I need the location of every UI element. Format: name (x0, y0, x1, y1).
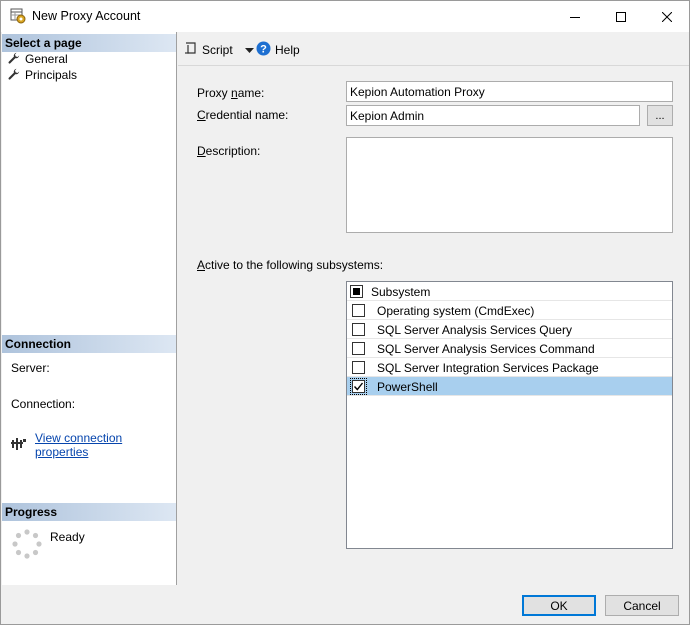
minimize-button[interactable] (552, 1, 598, 32)
table-row[interactable]: SQL Server Analysis Services Query (347, 320, 672, 339)
title-bar[interactable]: New Proxy Account (1, 1, 689, 32)
checkmark-icon (353, 382, 364, 391)
wrench-icon (8, 52, 20, 67)
script-button[interactable]: Script (184, 41, 254, 58)
help-button[interactable]: ? Help (256, 41, 300, 59)
select-page-header: Select a page (2, 34, 176, 52)
select-all-checkbox[interactable] (350, 285, 363, 298)
browse-credential-button[interactable]: ... (647, 105, 673, 126)
view-connection-properties-link[interactable]: View connection properties (35, 431, 176, 459)
window-title: New Proxy Account (32, 9, 141, 23)
view-connection-properties[interactable]: View connection properties (11, 431, 176, 459)
wrench-icon (8, 68, 20, 83)
subsystems-label: Active to the following subsystems: (197, 258, 384, 272)
svg-text:?: ? (260, 44, 267, 56)
toolbar: Script ? Help (178, 32, 689, 66)
table-row[interactable]: Operating system (CmdExec) (347, 301, 672, 320)
proxy-name-field[interactable]: Kepion Automation Proxy (346, 81, 673, 102)
subsystem-checkbox[interactable] (352, 361, 365, 374)
table-row[interactable]: PowerShell (347, 377, 672, 396)
cancel-button[interactable]: Cancel (605, 595, 679, 616)
page-item-principals[interactable]: Principals (8, 67, 77, 83)
subsystem-name: SQL Server Integration Services Package (377, 361, 599, 375)
subsystem-checkbox[interactable] (352, 304, 365, 317)
table-row[interactable]: SQL Server Integration Services Package (347, 358, 672, 377)
help-label: Help (275, 43, 300, 57)
subsystem-name: PowerShell (377, 380, 438, 394)
subsystem-name: SQL Server Analysis Services Command (377, 342, 595, 356)
general-page-content: Proxy name: Kepion Automation Proxy Cred… (178, 67, 689, 585)
proxy-name-label: Proxy name: (197, 86, 265, 100)
close-icon (662, 11, 672, 22)
maximize-button[interactable] (598, 1, 644, 32)
subsystem-name: SQL Server Analysis Services Query (377, 323, 572, 337)
page-item-label: Principals (25, 68, 78, 82)
credential-name-field[interactable]: Kepion Admin (346, 105, 640, 126)
subsystem-column-header: Subsystem (371, 285, 431, 299)
description-label: Description: (197, 144, 261, 158)
subsystem-checkbox[interactable] (350, 378, 367, 395)
connection-properties-icon (11, 437, 27, 454)
progress-spinner-icon (11, 528, 43, 560)
progress-status: Ready (50, 530, 85, 544)
page-item-general[interactable]: General (8, 51, 68, 67)
page-item-label: General (25, 52, 68, 66)
proxy-account-icon (10, 8, 26, 24)
server-label: Server: (11, 361, 50, 375)
ok-button[interactable]: OK (522, 595, 596, 616)
connection-label: Connection: (11, 397, 76, 411)
connection-header: Connection (2, 335, 176, 353)
subsystem-checkbox[interactable] (352, 342, 365, 355)
dialog-window: New Proxy Account Select a page General … (0, 0, 690, 625)
credential-name-label: Credential name: (197, 108, 289, 122)
close-button[interactable] (644, 1, 690, 32)
description-field[interactable] (346, 137, 673, 233)
progress-header: Progress (2, 503, 176, 521)
script-icon (184, 41, 198, 58)
help-icon: ? (256, 41, 271, 59)
subsystem-checkbox[interactable] (352, 323, 365, 336)
left-pane: Select a page General Principals Connect… (2, 32, 177, 585)
table-row[interactable]: SQL Server Analysis Services Command (347, 339, 672, 358)
subsystems-grid[interactable]: Subsystem Operating system (CmdExec) SQL… (346, 281, 673, 549)
subsystem-header-row[interactable]: Subsystem (347, 282, 672, 301)
script-label: Script (202, 42, 233, 57)
subsystem-name: Operating system (CmdExec) (377, 304, 535, 318)
dropdown-arrow-icon[interactable] (244, 43, 254, 57)
